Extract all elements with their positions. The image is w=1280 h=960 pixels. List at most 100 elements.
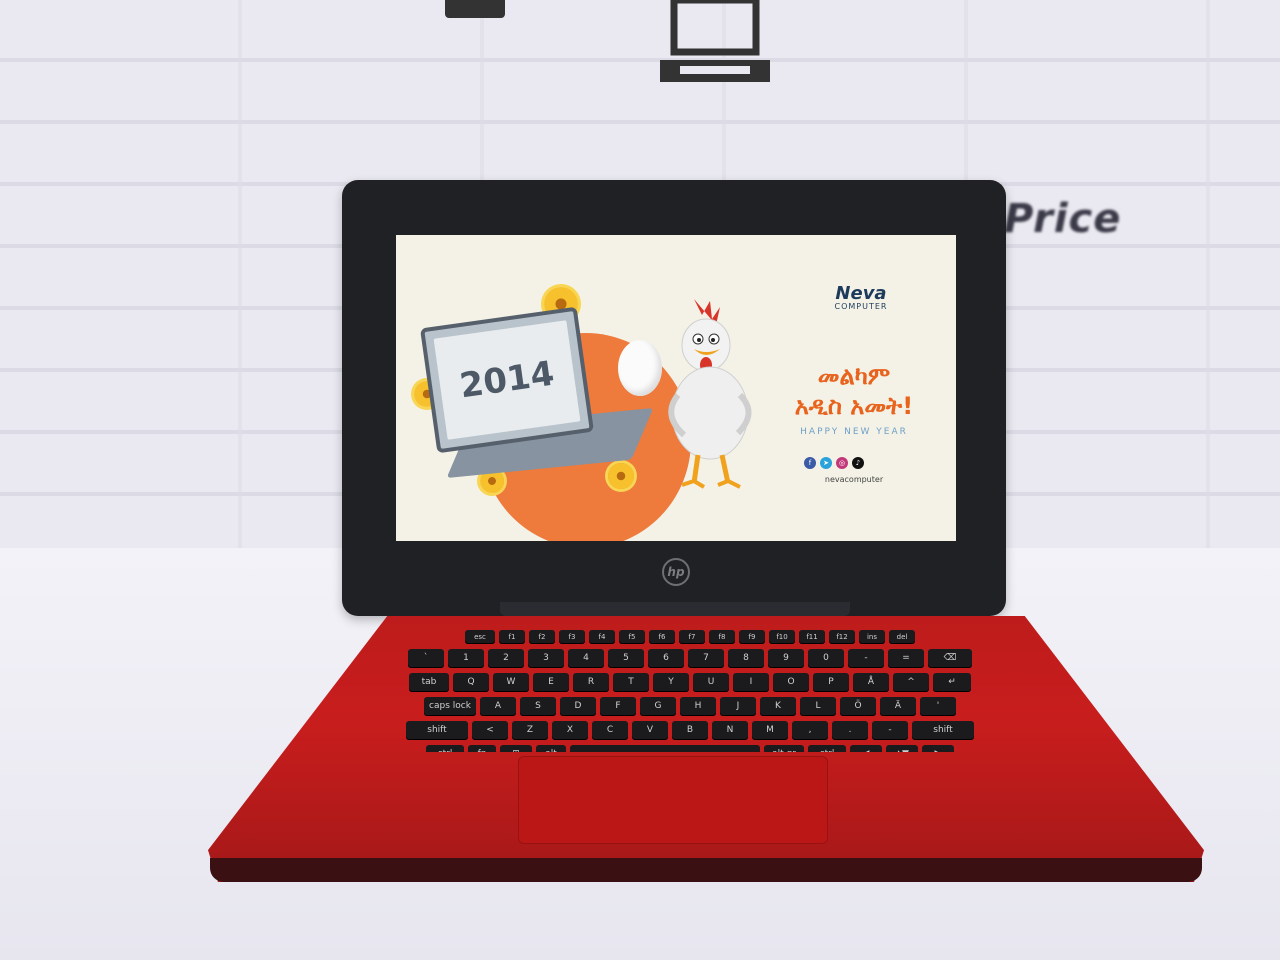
keyboard-key[interactable]: 5 xyxy=(608,649,644,668)
brand-name: Neva xyxy=(835,283,887,304)
keyboard-key[interactable]: Ö xyxy=(840,697,876,716)
keyboard-key[interactable]: 8 xyxy=(728,649,764,668)
keyboard-key[interactable]: H xyxy=(680,697,716,716)
keyboard-key[interactable]: - xyxy=(848,649,884,668)
telegram-icon: ➤ xyxy=(820,457,832,469)
keyboard-key[interactable]: Z xyxy=(512,721,548,740)
keyboard-key[interactable]: f1 xyxy=(499,630,525,644)
keyboard-key[interactable]: f8 xyxy=(709,630,735,644)
keyboard-key[interactable]: ^ xyxy=(893,673,929,692)
keyboard-key[interactable]: T xyxy=(613,673,649,692)
flower-icon xyxy=(608,463,634,489)
keyboard-key[interactable]: 1 xyxy=(448,649,484,668)
keyboard-key[interactable]: P xyxy=(813,673,849,692)
keyboard-key[interactable]: f9 xyxy=(739,630,765,644)
keyboard-key[interactable]: G xyxy=(640,697,676,716)
keyboard-key[interactable]: ' xyxy=(920,697,956,716)
keyboard-key[interactable]: = xyxy=(888,649,924,668)
keyboard-key[interactable]: A xyxy=(480,697,516,716)
happy-new-year-text: HAPPY NEW YEAR xyxy=(800,427,908,437)
wall-laptop-logo xyxy=(660,0,770,82)
keyboard-key[interactable]: Å xyxy=(853,673,889,692)
keyboard-key[interactable]: . xyxy=(832,721,868,740)
keyboard-key[interactable]: W xyxy=(493,673,529,692)
keyboard-key[interactable]: 7 xyxy=(688,649,724,668)
keyboard-row-numbers: ` 1 2 3 4 5 6 7 8 9 0- = ⌫ xyxy=(340,649,1040,668)
neva-logo: Neva COMPUTER xyxy=(786,283,936,311)
keyboard-key[interactable]: C xyxy=(592,721,628,740)
keyboard-key[interactable]: 4 xyxy=(568,649,604,668)
keyboard-key[interactable]: f7 xyxy=(679,630,705,644)
keyboard-key[interactable]: ↵ xyxy=(933,673,971,692)
keyboard-key[interactable]: Q xyxy=(453,673,489,692)
keyboard-key[interactable]: M xyxy=(752,721,788,740)
keyboard-key[interactable]: f5 xyxy=(619,630,645,644)
touchpad xyxy=(518,756,828,844)
keyboard-key[interactable]: I xyxy=(733,673,769,692)
keyboard-key[interactable]: tab xyxy=(409,673,449,692)
keyboard-key[interactable]: f2 xyxy=(529,630,555,644)
illustrated-laptop: 2014 xyxy=(420,306,594,454)
keyboard-key[interactable]: ` xyxy=(408,649,444,668)
keyboard-key[interactable]: N xyxy=(712,721,748,740)
keyboard-key[interactable]: < xyxy=(472,721,508,740)
keyboard-key[interactable]: V xyxy=(632,721,668,740)
keyboard-row-top: tab Q W E R T Y U I O P Å ^ ↵ xyxy=(340,673,1040,692)
tiktok-icon: ♪ xyxy=(852,457,864,469)
laptop-hinge xyxy=(500,602,850,616)
keyboard-key[interactable]: X xyxy=(552,721,588,740)
keyboard-key[interactable]: R xyxy=(573,673,609,692)
keyboard-key[interactable]: F xyxy=(600,697,636,716)
keyboard-key[interactable]: 0 xyxy=(808,649,844,668)
keyboard-key[interactable]: f4 xyxy=(589,630,615,644)
keyboard-key[interactable]: , xyxy=(792,721,828,740)
keyboard-key[interactable]: L xyxy=(800,697,836,716)
keyboard-key[interactable]: del xyxy=(889,630,915,644)
keyboard-key[interactable]: f6 xyxy=(649,630,675,644)
keyboard-key[interactable]: Y xyxy=(653,673,689,692)
keyboard-key[interactable]: Ä xyxy=(880,697,916,716)
keyboard-key[interactable]: U xyxy=(693,673,729,692)
keyboard-key[interactable]: f10 xyxy=(769,630,795,644)
keyboard-row-function: esc f1 f2 f3 f4 f5 f6 f7 f8 f9 f10 f11 f12 ins del xyxy=(340,630,1040,644)
keyboard-key[interactable]: caps lock xyxy=(424,697,476,716)
keyboard-row-bottom: shift < Z X C V B N M,. - shift xyxy=(340,721,1040,740)
social-icons: f ➤ ◎ ♪ xyxy=(804,457,864,469)
greeting-line-2: አዲስ አመት! xyxy=(794,392,914,420)
keyboard-key[interactable]: f12 xyxy=(829,630,855,644)
keyboard-key[interactable]: 9 xyxy=(768,649,804,668)
keyboard-key[interactable]: E xyxy=(533,673,569,692)
keyboard-key[interactable]: f11 xyxy=(799,630,825,644)
keyboard-key[interactable]: O xyxy=(773,673,809,692)
amharic-greeting: መልካም አዲስ አመት! xyxy=(754,361,954,421)
keyboard-key[interactable]: S xyxy=(520,697,556,716)
keyboard-key[interactable]: B xyxy=(672,721,708,740)
keyboard-key[interactable]: - xyxy=(872,721,908,740)
keyboard-key[interactable]: f3 xyxy=(559,630,585,644)
keyboard-key[interactable]: shift xyxy=(912,721,974,740)
brand-subtitle: COMPUTER xyxy=(834,302,888,311)
keyboard-key[interactable]: J xyxy=(720,697,756,716)
year-label: 2014 xyxy=(433,320,581,440)
facebook-icon: f xyxy=(804,457,816,469)
hp-logo: hp xyxy=(662,558,690,586)
laptop-screen: 2014 Neva COMPUTER መልካም አዲስ አመት! HAPPY N… xyxy=(396,235,956,541)
rooster-mascot xyxy=(668,299,752,489)
keyboard-key[interactable]: 2 xyxy=(488,649,524,668)
social-handle: nevacomputer xyxy=(824,475,884,484)
keyboard-key[interactable]: D xyxy=(560,697,596,716)
wall-logo-fragment xyxy=(445,0,505,18)
keyboard-key[interactable]: shift xyxy=(406,721,468,740)
keyboard-key[interactable]: 6 xyxy=(648,649,684,668)
keyboard-key[interactable]: esc xyxy=(465,630,495,644)
keyboard-key[interactable]: 3 xyxy=(528,649,564,668)
keyboard: esc f1 f2 f3 f4 f5 f6 f7 f8 f9 f10 f11 f12 ins del ` 1 2… xyxy=(340,630,1040,752)
greeting-line-1: መልካም xyxy=(817,362,891,390)
wall-sign-text: Price xyxy=(1004,196,1122,242)
keyboard-row-home: caps lock A S D F G H J K L Ö Ä ' xyxy=(340,697,1040,716)
keyboard-key[interactable]: ins xyxy=(859,630,885,644)
instagram-icon: ◎ xyxy=(836,457,848,469)
base-bottom-edge xyxy=(210,858,1202,882)
keyboard-key[interactable]: ⌫ xyxy=(928,649,972,668)
keyboard-key[interactable]: K xyxy=(760,697,796,716)
